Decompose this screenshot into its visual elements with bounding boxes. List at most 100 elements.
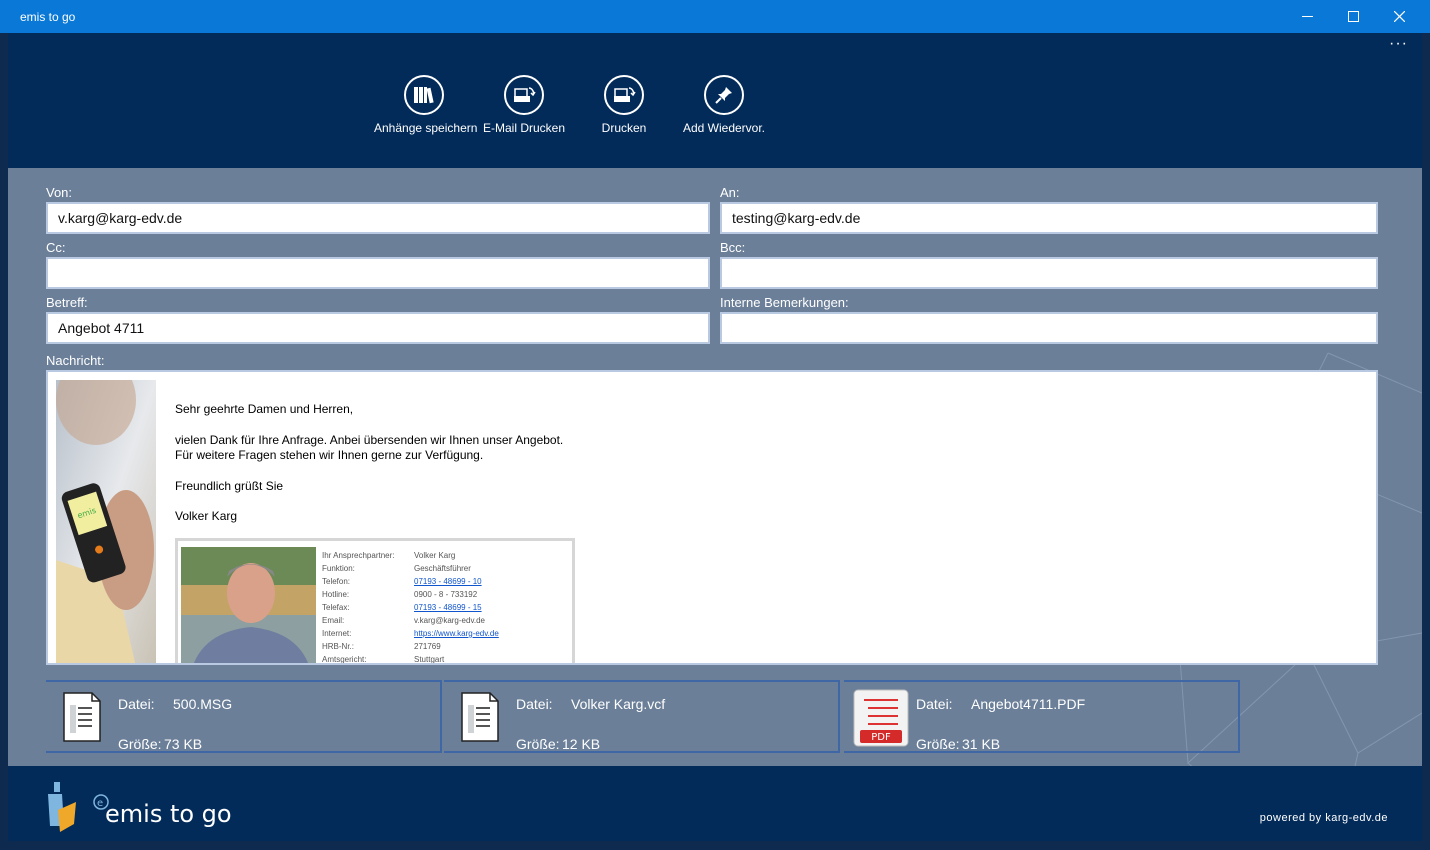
- signature-link[interactable]: https://www.karg-edv.de: [414, 629, 499, 638]
- message-label: Nachricht:: [46, 353, 105, 368]
- more-options-icon[interactable]: ···: [1389, 35, 1408, 53]
- attachment-size: 12 KB: [562, 736, 601, 752]
- attachment-item-pdf[interactable]: PDF Datei: Angebot4711.PDF Größe: 31 KB: [844, 680, 1240, 753]
- signature-link[interactable]: 07193 - 48699 - 10: [414, 577, 482, 586]
- signature-row: Funktion: Geschäftsführer: [322, 562, 499, 575]
- to-field[interactable]: testing@karg-edv.de: [720, 202, 1378, 234]
- contact-photo: [181, 547, 316, 663]
- message-line-1: vielen Dank für Ihre Anfrage. Anbei über…: [175, 432, 564, 447]
- from-field[interactable]: v.karg@karg-edv.de: [46, 202, 710, 234]
- signature-row: Amtsgericht: Stuttgart: [322, 653, 499, 664]
- print-label: Drucken: [601, 121, 647, 135]
- close-button[interactable]: [1376, 0, 1422, 33]
- signature-row: Email: v.karg@karg-edv.de: [322, 614, 499, 627]
- logo-letter: e: [97, 798, 103, 809]
- banner-image: emis: [56, 380, 156, 663]
- subject-label: Betreff:: [46, 295, 88, 310]
- command-bar: ··· Anhänge speichern E-Mail Drucken Dru…: [8, 33, 1422, 168]
- signature-key: Email:: [322, 616, 345, 625]
- signature-value: Geschäftsführer: [414, 564, 471, 573]
- powered-by-text: powered by karg-edv.de: [1259, 812, 1388, 824]
- message-greeting: Sehr geehrte Damen und Herren,: [175, 402, 354, 416]
- attachment-file-name: 500.MSG: [173, 696, 233, 712]
- signature-row: Telefon: 07193 - 48699 - 10: [322, 575, 499, 588]
- signature-key: Telefon:: [322, 577, 351, 586]
- email-print-icon: [504, 75, 544, 115]
- bcc-field[interactable]: [720, 257, 1378, 289]
- cc-label: Cc:: [46, 240, 66, 255]
- signature-key: Amtsgericht:: [322, 655, 367, 664]
- email-print-label: E-Mail Drucken: [482, 121, 566, 135]
- attachment-size-label: Größe:: [516, 736, 560, 752]
- vcf-file-icon: [461, 692, 499, 742]
- pdf-badge: PDF: [871, 732, 891, 743]
- window-title: emis to go: [20, 10, 76, 24]
- signature-row: Hotline: 0900 - 8 - 733192: [322, 588, 499, 601]
- signature-row: Ihr Ansprechpartner: Volker Karg: [322, 549, 499, 562]
- signature-value: Volker Karg: [414, 551, 456, 560]
- add-followup-label: Add Wiedervor.: [682, 121, 766, 135]
- signature-row: HRB-Nr.: 271769: [322, 640, 499, 653]
- attachment-size-label: Größe:: [916, 736, 960, 752]
- print-button[interactable]: Drucken: [574, 75, 674, 135]
- message-body[interactable]: emis Sehr geehrte Damen und Herren, viel…: [46, 370, 1378, 665]
- attachment-size-label: Größe:: [118, 736, 162, 752]
- signature-card: Ihr Ansprechpartner: Volker Karg Funktion:…: [175, 538, 575, 664]
- signature-value: https://www.karg-edv.de: [414, 627, 499, 640]
- app-window: emis to go ··· Anhänge speichern E-Mail …: [0, 0, 1430, 850]
- signature-key: Hotline:: [322, 590, 350, 599]
- signature-link[interactable]: 07193 - 48699 - 15: [414, 603, 482, 612]
- signature-key: Funktion:: [322, 564, 355, 573]
- signature-key: Telefax:: [322, 603, 350, 612]
- attachment-file-label: Datei:: [516, 696, 553, 712]
- signature-row: Internet: https://www.karg-edv.de: [322, 627, 499, 640]
- maximize-button[interactable]: [1330, 0, 1376, 33]
- to-label: An:: [720, 185, 740, 200]
- msg-file-icon: [63, 692, 101, 742]
- notes-label: Interne Bemerkungen:: [720, 295, 849, 310]
- bcc-label: Bcc:: [720, 240, 746, 255]
- minimize-button[interactable]: [1284, 0, 1330, 33]
- signature-value: 07193 - 48699 - 15: [414, 601, 482, 614]
- add-followup-button[interactable]: Add Wiedervor.: [674, 75, 774, 135]
- message-line-2: Für weitere Fragen stehen wir Ihnen gern…: [175, 448, 484, 462]
- signature-key: HRB-Nr.:: [322, 642, 354, 651]
- minimize-icon: [1301, 16, 1313, 17]
- main-content: ··· Anhänge speichern E-Mail Drucken Dru…: [8, 33, 1422, 841]
- signature-row: Telefax: 07193 - 48699 - 15: [322, 601, 499, 614]
- close-icon: [1393, 11, 1405, 22]
- from-label: Von:: [46, 185, 73, 200]
- attachment-file-name: Volker Karg.vcf: [571, 696, 666, 712]
- email-print-button[interactable]: E-Mail Drucken: [474, 75, 574, 135]
- signature-value: 07193 - 48699 - 10: [414, 575, 482, 588]
- signature-value: v.karg@karg-edv.de: [414, 616, 485, 625]
- signature-key: Ihr Ansprechpartner:: [322, 551, 395, 560]
- books-icon: [404, 75, 444, 115]
- print-icon: [604, 75, 644, 115]
- cc-field[interactable]: [46, 257, 710, 289]
- pin-icon: [704, 75, 744, 115]
- signature-table: Ihr Ansprechpartner: Volker Karg Funktion:…: [322, 549, 499, 664]
- maximize-icon: [1347, 11, 1359, 22]
- pdf-file-icon: PDF: [853, 689, 909, 747]
- attachment-file-label: Datei:: [916, 696, 953, 712]
- message-closing: Freundlich grüßt Sie: [175, 478, 284, 493]
- attachment-size: 73 KB: [164, 736, 203, 752]
- signature-value: 0900 - 8 - 733192: [414, 590, 478, 599]
- attachment-file-label: Datei:: [118, 696, 155, 712]
- signature-value: Stuttgart: [414, 655, 445, 664]
- attachment-file-name: Angebot4711.PDF: [971, 696, 1086, 712]
- signature-key: Internet:: [322, 629, 352, 638]
- subject-field[interactable]: Angebot 4711: [46, 312, 710, 344]
- message-signature-name: Volker Karg: [175, 509, 238, 523]
- save-attachments-button[interactable]: Anhänge speichern: [374, 75, 478, 135]
- attachment-size: 31 KB: [962, 736, 1001, 752]
- title-bar: emis to go: [0, 0, 1430, 33]
- save-attachments-label: Anhänge speichern: [374, 121, 478, 135]
- attachment-item-vcf[interactable]: Datei: Volker Karg.vcf Größe: 12 KB: [444, 680, 840, 753]
- attachment-item-msg[interactable]: Datei: 500.MSG Größe: 73 KB: [46, 680, 442, 753]
- message-text: Sehr geehrte Damen und Herren, vielen Da…: [175, 402, 563, 525]
- footer: e emis to go powered by karg-edv.de: [8, 766, 1422, 841]
- internal-notes-field[interactable]: [720, 312, 1378, 344]
- footer-logo-text: emis to go: [105, 800, 232, 828]
